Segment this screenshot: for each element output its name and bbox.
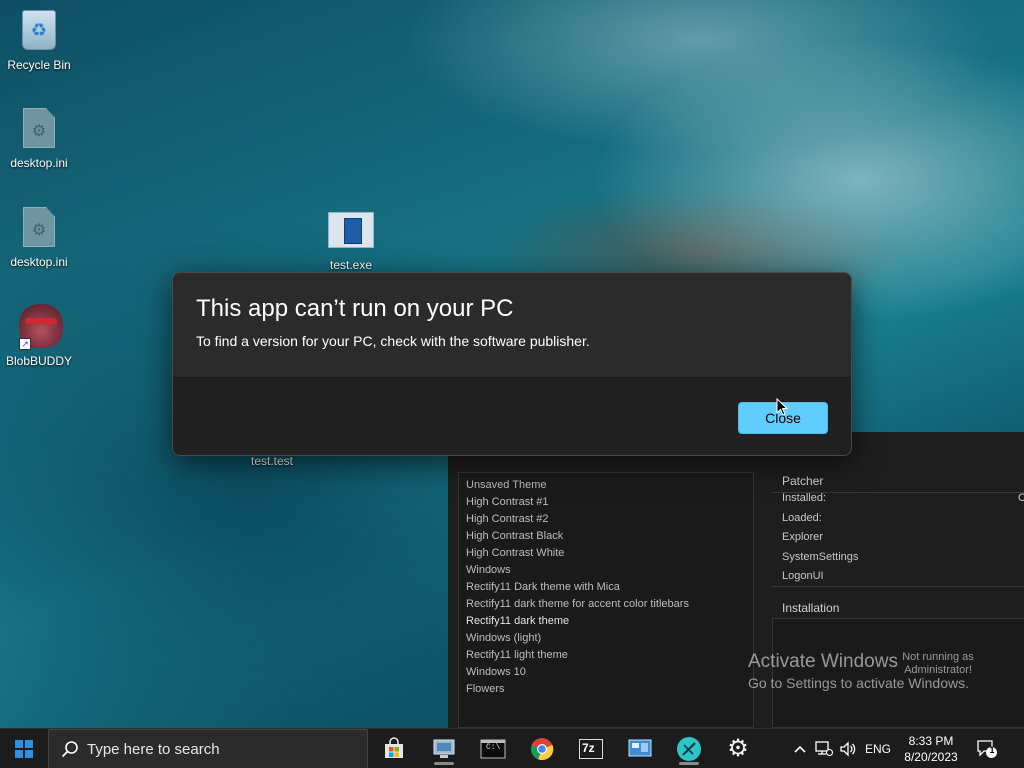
clock-time: 8:33 PM — [908, 734, 954, 748]
desktop-icon-test-exe[interactable]: test.exe — [312, 208, 390, 272]
taskbar-search-box[interactable] — [48, 729, 368, 768]
installation-heading: Installation — [782, 601, 840, 615]
store-icon — [385, 737, 403, 758]
desktop-icon-label: desktop.ini — [10, 156, 68, 170]
desktop-icon-label: test.test — [250, 454, 294, 468]
tray-network[interactable] — [814, 729, 834, 768]
tray-overflow-button[interactable] — [791, 729, 809, 768]
windows-logo-icon — [15, 740, 33, 758]
theme-item[interactable]: Rectify11 Dark theme with Mica — [459, 579, 753, 596]
notification-center-button[interactable]: 1 — [976, 739, 998, 759]
watermark-subtitle: Go to Settings to activate Windows. — [748, 675, 969, 691]
patcher-installed-value: C — [1018, 492, 1024, 504]
taskbar-app-chrome[interactable] — [522, 733, 562, 765]
patcher-divider — [772, 586, 1024, 587]
desktop-icon-desktop-ini-2[interactable]: desktop.ini — [0, 205, 78, 269]
patcher-logonui-label: LogonUI — [782, 570, 824, 582]
recycle-bin-icon — [19, 8, 59, 52]
activation-watermark: Activate Windows Go to Settings to activ… — [748, 651, 969, 693]
desktop-icon-label: test.exe — [329, 258, 373, 272]
cmd-text: C:\ — [486, 743, 501, 752]
theme-item[interactable]: Windows 10 — [459, 664, 753, 681]
desktop-icon-blobbuddy[interactable]: ↗ BlobBUDDY — [0, 304, 78, 368]
shortcut-arrow-icon: ↗ — [19, 338, 31, 350]
taskbar-app-theme-tool[interactable] — [669, 733, 709, 765]
tray-language[interactable]: ENG — [864, 729, 892, 768]
desktop-icon-label: BlobBUDDY — [5, 354, 73, 368]
dialog-message: To find a version for your PC, check wit… — [196, 333, 590, 349]
theme-item[interactable]: High Contrast White — [459, 545, 753, 562]
patcher-explorer-label: Explorer — [782, 531, 823, 543]
settings-file-icon — [19, 205, 59, 249]
start-button[interactable] — [0, 729, 48, 768]
patcher-systemsettings-label: SystemSettings — [782, 551, 859, 563]
7zip-text: 7z — [582, 741, 595, 755]
app-icon — [677, 737, 701, 761]
theme-item[interactable]: Rectify11 dark theme for accent color ti… — [459, 596, 753, 613]
theme-item[interactable]: Windows — [459, 562, 753, 579]
chevron-up-icon — [794, 745, 806, 753]
theme-item[interactable]: Windows (light) — [459, 630, 753, 647]
patcher-installed-label: Installed: — [782, 492, 827, 504]
clock-date: 8/20/2023 — [904, 750, 958, 764]
network-icon — [815, 741, 833, 757]
theme-item[interactable]: Rectify11 dark theme — [459, 613, 753, 630]
taskbar-app-display-settings[interactable] — [620, 733, 660, 765]
running-indicator — [679, 762, 699, 765]
theme-item[interactable]: High Contrast Black — [459, 528, 753, 545]
patcher-loaded-label: Loaded: — [782, 512, 822, 524]
patcher-heading: Patcher — [782, 474, 824, 488]
settings-icon: ⚙ — [727, 735, 749, 762]
theme-item[interactable]: High Contrast #1 — [459, 494, 753, 511]
tray-clock[interactable]: 8:33 PM 8/20/2023 — [893, 733, 969, 765]
taskbar-app-7zip[interactable]: 7z — [571, 733, 611, 765]
taskbar-app-command-prompt[interactable]: C:\ — [473, 733, 513, 765]
taskbar: C:\ 7z ⚙ — [0, 728, 1024, 768]
mouse-cursor-icon — [776, 398, 788, 416]
theme-item[interactable]: Rectify11 light theme — [459, 647, 753, 664]
speaker-icon — [840, 741, 856, 757]
watermark-title: Activate Windows — [748, 651, 898, 672]
theme-item[interactable]: Unsaved Theme — [459, 477, 753, 494]
dialog-title: This app can’t run on your PC — [196, 295, 514, 322]
app-cant-run-dialog: This app can’t run on your PC To find a … — [172, 272, 852, 456]
desktop-icon-desktop-ini-1[interactable]: desktop.ini — [0, 106, 78, 170]
chrome-icon — [530, 738, 554, 761]
blobbuddy-icon: ↗ — [19, 304, 63, 350]
theme-list[interactable]: Unsaved Theme High Contrast #1 High Cont… — [458, 472, 754, 728]
theme-item[interactable]: High Contrast #2 — [459, 511, 753, 528]
desktop-icon-label: desktop.ini — [10, 255, 68, 269]
exe-file-icon — [327, 208, 375, 252]
display-settings-icon — [628, 739, 652, 757]
taskbar-app-settings[interactable]: ⚙ — [718, 733, 758, 765]
theme-item[interactable]: Flowers — [459, 681, 753, 698]
taskbar-app-control-panel[interactable] — [424, 733, 464, 765]
running-indicator — [434, 762, 454, 765]
dialog-footer: Close — [173, 377, 851, 455]
search-icon — [61, 741, 78, 758]
desktop-icon-label: Recycle Bin — [7, 58, 71, 72]
control-panel-icon — [433, 739, 455, 758]
taskbar-app-store[interactable] — [374, 733, 414, 765]
settings-file-icon — [19, 106, 59, 150]
search-input[interactable] — [87, 740, 347, 758]
tray-volume[interactable] — [838, 729, 858, 768]
notification-count: 1 — [989, 745, 995, 755]
desktop-icon-recycle-bin[interactable]: Recycle Bin — [0, 8, 78, 72]
